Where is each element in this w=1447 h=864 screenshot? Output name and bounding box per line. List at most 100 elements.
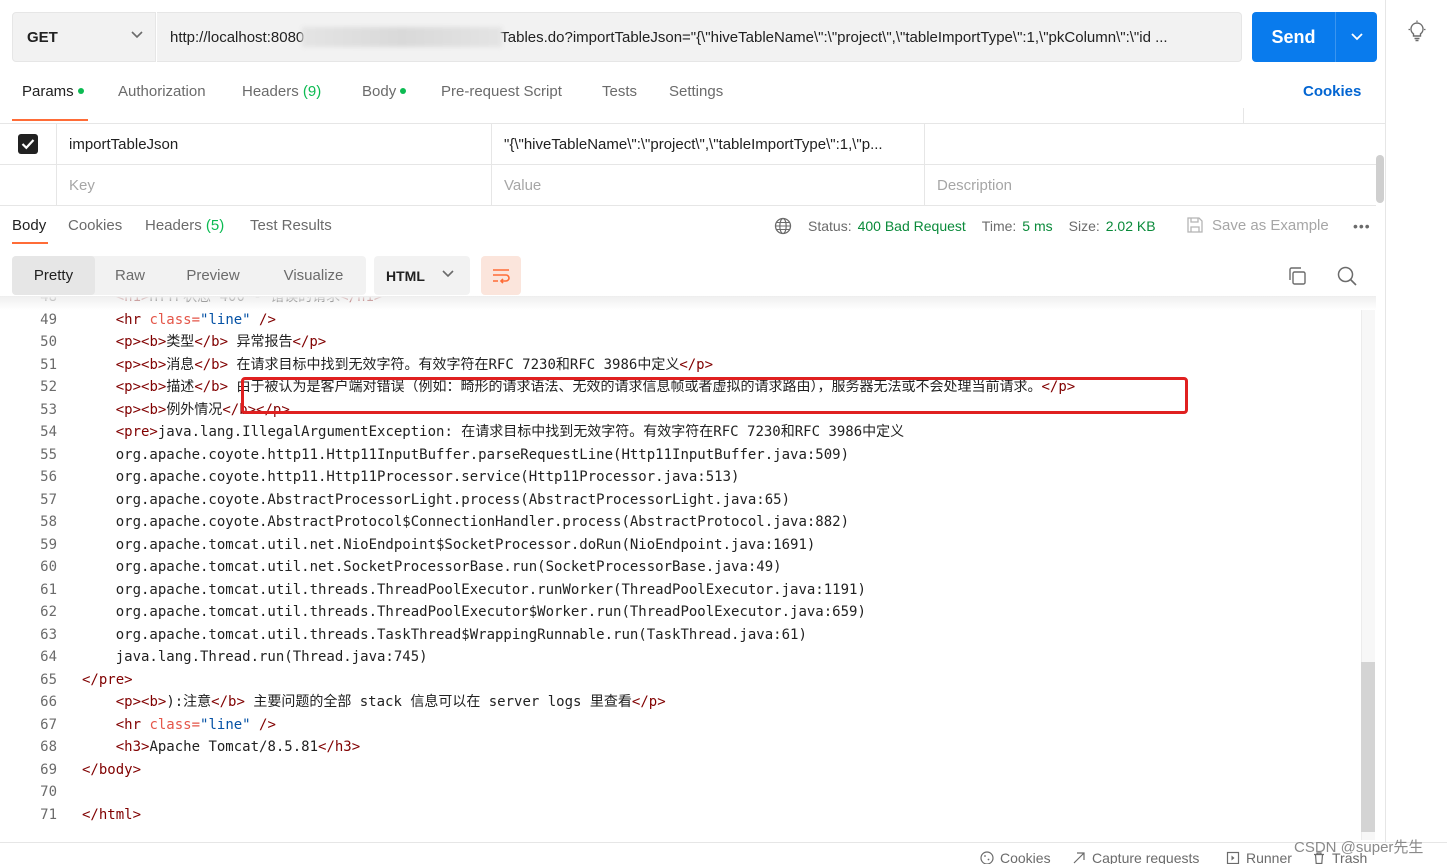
resp-tab-headers[interactable]: Headers (5) [145, 217, 224, 234]
status-footer: Cookies Capture requests Runner Trash [0, 842, 1447, 864]
code-line: 55 org.apache.coyote.http11.Http11InputB… [0, 444, 1376, 467]
line-number: 53 [40, 401, 57, 418]
resp-tab-body[interactable]: Body [12, 217, 46, 234]
footer-capture-requests[interactable]: Capture requests [1072, 850, 1199, 864]
runner-icon [1226, 851, 1240, 864]
param-description-cell[interactable] [925, 124, 1376, 164]
tab-authorization-label: Authorization [118, 83, 206, 100]
tab-headers[interactable]: Headers (9) [242, 83, 321, 100]
send-options-chevron-icon[interactable] [1336, 33, 1377, 41]
send-button[interactable]: Send [1252, 12, 1377, 62]
footer-cookies[interactable]: Cookies [980, 850, 1051, 864]
code-line-text: <hr class="line" /> [115, 716, 276, 733]
line-number: 69 [40, 761, 57, 778]
status-value[interactable]: 400 Bad Request [858, 218, 966, 234]
url-start: http://localhost:8080 [170, 28, 305, 46]
line-number: 63 [40, 626, 57, 643]
line-number: 60 [40, 559, 57, 575]
value-placeholder[interactable]: Value [492, 165, 925, 205]
cookie-icon [980, 851, 994, 864]
param-key-cell[interactable]: importTableJson [57, 124, 492, 164]
cookies-link[interactable]: Cookies [1303, 83, 1361, 100]
code-line: 65 </pre> [0, 669, 1376, 692]
view-preview[interactable]: Preview [165, 256, 261, 295]
size-value[interactable]: 2.02 KB [1106, 218, 1156, 234]
column-divider [1243, 108, 1244, 124]
code-line: 67 <hr class="line" /> [0, 714, 1376, 737]
resp-headers-count: (5) [205, 217, 225, 234]
params-scrollbar[interactable] [1376, 155, 1384, 203]
csdn-watermark: CSDN @super先生 [1294, 839, 1424, 856]
globe-icon[interactable] [774, 217, 792, 235]
chevron-down-icon [131, 31, 143, 39]
annotation-highlight-box [241, 377, 1188, 414]
footer-runner[interactable]: Runner [1226, 850, 1292, 864]
line-number: 54 [40, 424, 57, 440]
code-line-text: org.apache.coyote.http11.Http11Processor… [82, 469, 740, 485]
view-pretty[interactable]: Pretty [12, 256, 95, 295]
code-line-text: <hr class="line" /> [115, 311, 276, 328]
line-number: 52 [40, 379, 57, 395]
code-line-text: <h3>Apache Tomcat/8.5.81</h3> [115, 739, 361, 755]
table-row-new: Key Value Description [0, 165, 1376, 206]
code-line-text: </body> [82, 761, 142, 778]
line-number: 70 [40, 784, 57, 800]
headers-count: (9) [302, 83, 322, 100]
param-value-cell[interactable]: "{\"hiveTableName\":\"project\",\"tableI… [492, 124, 925, 164]
resp-tab-cookies[interactable]: Cookies [68, 217, 122, 234]
more-options-icon[interactable]: ••• [1353, 218, 1371, 234]
resp-tab-headers-label: Headers [145, 217, 202, 234]
code-line: 50 <p><b>类型</b> 异常报告</p> [0, 331, 1376, 354]
method-select[interactable]: GET [12, 12, 156, 62]
tab-params[interactable]: Params [22, 83, 84, 100]
code-line-text: java.lang.Thread.run(Thread.java:745) [82, 649, 428, 665]
wrap-lines-button[interactable] [481, 256, 521, 295]
line-number: 67 [40, 716, 57, 733]
tab-body-label: Body [362, 83, 397, 100]
line-number: 71 [40, 806, 57, 823]
line-number: 59 [40, 536, 57, 553]
code-line-text: <p><b>类型</b> 异常报告</p> [115, 334, 327, 350]
chevron-down-icon [442, 270, 454, 278]
lightbulb-icon[interactable] [1406, 20, 1428, 42]
send-label: Send [1271, 26, 1316, 47]
tab-prerequest-label: Pre-request Script [441, 83, 562, 100]
footer-runner-label: Runner [1246, 850, 1292, 864]
tab-tests-label: Tests [602, 83, 638, 100]
active-tab-underline [12, 119, 88, 121]
format-select[interactable]: HTML [374, 256, 470, 295]
line-number: 66 [40, 694, 57, 710]
view-mode-selector: Pretty Raw Preview Visualize [12, 256, 366, 295]
tab-body[interactable]: Body [362, 83, 407, 100]
time-value[interactable]: 5 ms [1022, 218, 1052, 234]
code-line: 66 <p><b>):注意</b> 主要问题的全部 stack 信息可以在 se… [0, 691, 1376, 714]
tab-settings-label: Settings [669, 83, 724, 100]
tab-tests[interactable]: Tests [602, 83, 637, 100]
search-icon[interactable] [1336, 265, 1358, 287]
param-enabled-checkbox[interactable] [0, 124, 57, 164]
code-line: 51 <p><b>消息</b> 在请求目标中找到无效字符。有效字符在RFC 72… [0, 354, 1376, 377]
url-input[interactable]: http://localhost:8080 Tables.do?importTab… [157, 12, 1242, 62]
url-end: Tables.do?importTableJson="{\"hiveTableN… [500, 28, 1168, 46]
save-as-example-label: Save as Example [1212, 216, 1329, 234]
tab-settings[interactable]: Settings [669, 83, 723, 100]
tab-authorization[interactable]: Authorization [118, 83, 206, 100]
code-line: 62 org.apache.tomcat.util.threads.Thread… [0, 601, 1376, 624]
line-number: 50 [40, 334, 57, 350]
code-scrollbar-thumb[interactable] [1361, 662, 1375, 832]
response-tabs: Body Cookies Headers (5) Test Results St… [0, 206, 1386, 248]
copy-icon[interactable] [1286, 265, 1308, 287]
save-as-example-button[interactable]: Save as Example [1186, 216, 1329, 234]
code-line-text: org.apache.tomcat.util.threads.ThreadPoo… [82, 604, 866, 620]
description-placeholder[interactable]: Description [925, 165, 1376, 205]
line-number: 49 [40, 311, 57, 328]
resp-tab-test-results[interactable]: Test Results [250, 217, 332, 234]
redacted-url-segment [302, 27, 503, 47]
tab-headers-label: Headers [242, 83, 299, 100]
code-line: 60 org.apache.tomcat.util.net.SocketProc… [0, 556, 1376, 579]
view-raw[interactable]: Raw [95, 256, 165, 295]
key-placeholder[interactable]: Key [57, 165, 492, 205]
view-visualize[interactable]: Visualize [261, 256, 366, 295]
tab-prerequest-script[interactable]: Pre-request Script [441, 83, 562, 100]
code-line-text: <p><b>):注意</b> 主要问题的全部 stack 信息可以在 serve… [115, 694, 666, 710]
